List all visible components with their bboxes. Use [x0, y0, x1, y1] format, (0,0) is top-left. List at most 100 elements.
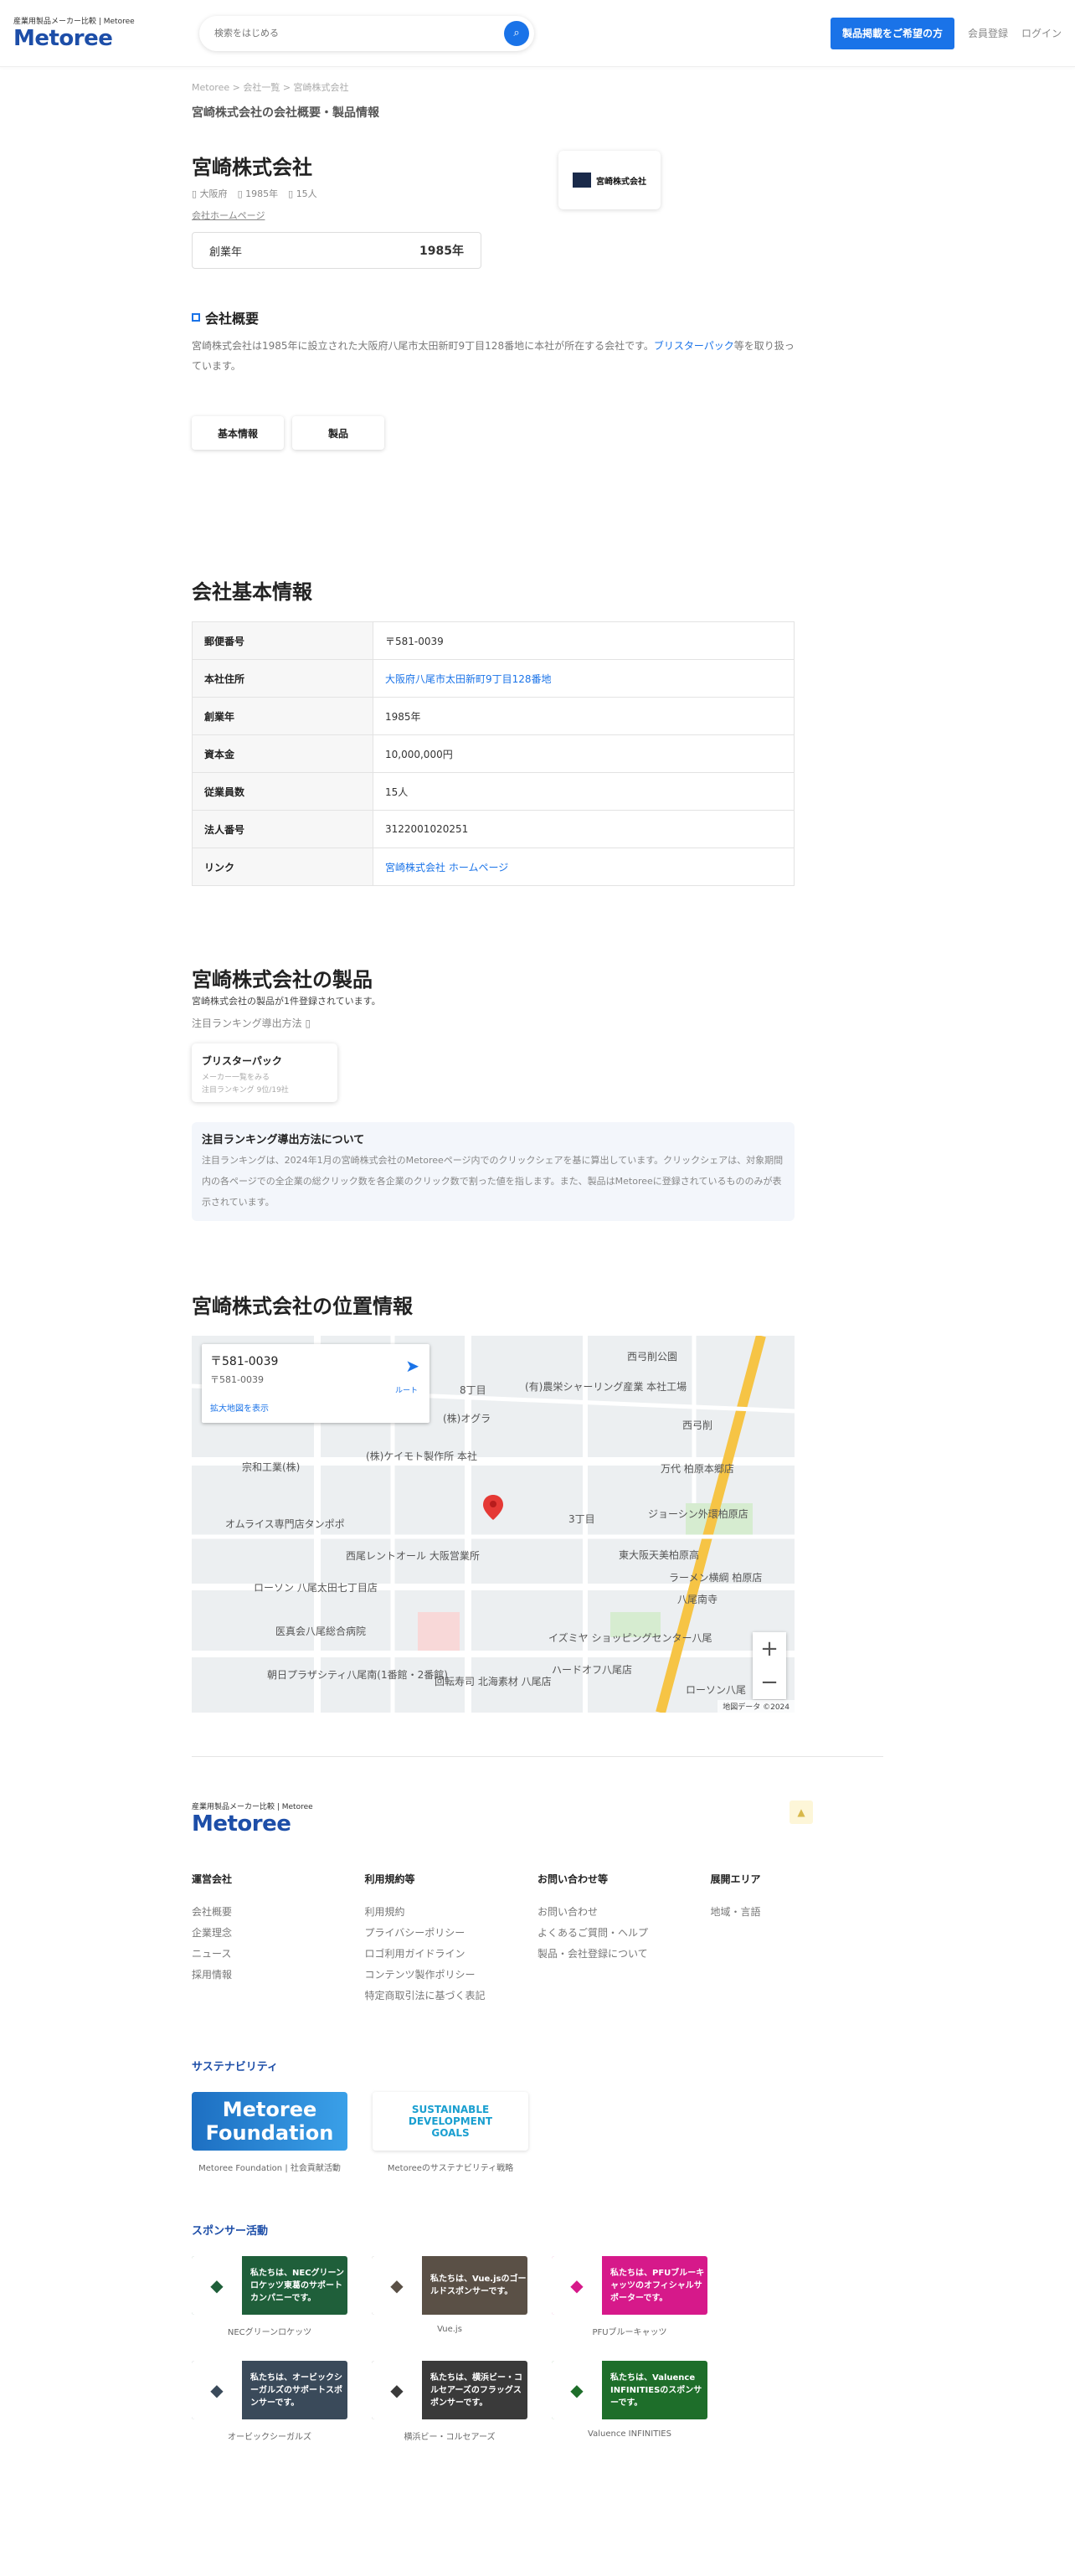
map-place-label[interactable]: 回転寿司 北海素材 八尾店: [435, 1674, 552, 1688]
map-place-label[interactable]: (株)オグラ: [443, 1411, 491, 1425]
ranking-note: 注目ランキング導出方法について 注目ランキングは、2024年1月の宮崎株式会社の…: [192, 1122, 795, 1221]
sponsor-card[interactable]: ◆ 私たちは、Vue.jsのゴールドスポンサーです。 Vue.js: [372, 2256, 527, 2337]
overview-text: 宮崎株式会社は1985年に設立された大阪府八尾市太田新町9丁目128番地に本社が…: [192, 340, 795, 372]
founded-label: ▯ 1985年: [237, 188, 279, 199]
footer-link[interactable]: 特定商取引法に基づく表記: [365, 1988, 538, 2002]
table-row: 郵便番号 〒581-0039: [192, 621, 795, 660]
footer-link[interactable]: プライバシーポリシー: [365, 1925, 538, 1940]
sponsor-card[interactable]: ◆ 私たちは、NECグリーンロケッツ東葛のサポートカンパニーです。 NECグリーンロ…: [192, 2256, 347, 2337]
sponsor-logo-icon: ◆: [372, 2361, 422, 2419]
logo-text: Metoree: [13, 26, 113, 51]
founded-summary: 創業年 1985年: [192, 232, 481, 269]
sponsor-card[interactable]: ◆ 私たちは、Valuence INFINITIESのスポンサーです。 Valuen…: [552, 2361, 707, 2442]
map-place-label[interactable]: 八尾南寺: [677, 1592, 718, 1606]
map-address: 〒581-0039: [210, 1374, 264, 1385]
map-place-label[interactable]: ジョーシン外環柏原店: [648, 1507, 748, 1521]
sponsor-caption: Vue.js: [437, 2325, 462, 2334]
scroll-top-icon[interactable]: ▲: [790, 1801, 813, 1824]
map-place-label[interactable]: オムライス専門店タンポポ: [225, 1517, 345, 1531]
footer-link[interactable]: ニュース: [192, 1946, 365, 1960]
login-link[interactable]: ログイン: [1021, 26, 1062, 40]
sponsor-caption: Valuence INFINITIES: [588, 2429, 671, 2439]
footer-link[interactable]: 採用情報: [192, 1967, 365, 1981]
sponsor-card[interactable]: ◆ 私たちは、横浜ビー・コルセアーズのフラッグスポンサーです。 横浜ビー・コルセアー…: [372, 2361, 527, 2442]
map-place-label[interactable]: ローソン 八尾太田七丁目店: [254, 1580, 378, 1595]
map-place-label[interactable]: (有)農栄シャーリング産業 本社工場: [525, 1379, 687, 1394]
sponsor-caption: オービックシーガルズ: [228, 2433, 311, 2442]
map-place-label[interactable]: 東大阪天美柏原高: [619, 1548, 699, 1562]
ranking-method-link[interactable]: 注目ランキング導出方法 ▯: [192, 1016, 795, 1030]
info-key: 本社住所: [192, 659, 373, 698]
metoree-foundation-card[interactable]: Metoree Foundation Metoree Foundation | …: [192, 2092, 347, 2173]
footer-logo-text: Metoree: [192, 1811, 291, 1837]
map-place-label[interactable]: 西弓削公園: [627, 1349, 677, 1363]
map-marker-icon[interactable]: [483, 1495, 503, 1520]
map-enlarge-link[interactable]: 拡大地図を表示: [210, 1401, 421, 1414]
zoom-in-icon[interactable]: +: [753, 1632, 786, 1666]
founded-key: 創業年: [209, 245, 243, 259]
overview-product-link[interactable]: ブリスターパック: [654, 340, 734, 352]
table-row: 本社住所 大阪府八尾市太田新町9丁目128番地: [192, 659, 795, 698]
sponsor-logo-icon: ◆: [552, 2361, 602, 2419]
footer-link[interactable]: 企業理念: [192, 1925, 365, 1940]
zoom-out-icon[interactable]: −: [753, 1666, 786, 1699]
footer-link[interactable]: 製品・会社登録について: [538, 1946, 711, 1960]
search-icon[interactable]: ⌕: [504, 20, 529, 46]
register-link[interactable]: 会員登録: [968, 26, 1008, 40]
map-place-label[interactable]: ラーメン横綱 柏原店: [669, 1570, 762, 1584]
map-zoom-controls[interactable]: + −: [753, 1632, 786, 1699]
map-info-window: 〒581-0039 〒581-0039 拡大地図を表示 ➤ ルート: [202, 1344, 429, 1423]
footer-link[interactable]: 利用規約: [365, 1904, 538, 1919]
info-value[interactable]: 宮崎株式会社 ホームページ: [373, 848, 795, 886]
product-maker-link[interactable]: メーカー一覧をみる: [202, 1071, 327, 1082]
site-logo[interactable]: 産業用製品メーカー比較 | Metoree Metoree: [13, 15, 181, 51]
footer-column-title: お問い合わせ等: [538, 1873, 609, 1885]
footer-link[interactable]: お問い合わせ: [538, 1904, 711, 1919]
sponsor-banner: ◆ 私たちは、横浜ビー・コルセアーズのフラッグスポンサーです。: [372, 2361, 527, 2419]
map-place-label[interactable]: 朝日プラザシティ八尾南(1番館・2番館): [267, 1667, 448, 1682]
info-key: リンク: [192, 848, 373, 886]
map-place-label[interactable]: イズミヤ ショッピングセンター八尾: [548, 1631, 712, 1645]
sdgs-card[interactable]: SUSTAINABLE DEVELOPMENT GOALS Metoreeのサス…: [373, 2092, 528, 2173]
footer-link[interactable]: よくあるご質問・ヘルプ: [538, 1925, 711, 1940]
sponsor-banner: ◆ 私たちは、PFUブルーキャッツのオフィシャルサポーターです。: [552, 2256, 707, 2315]
sponsor-card[interactable]: ◆ 私たちは、PFUブルーキャッツのオフィシャルサポーターです。 PFUブルーキャッ…: [552, 2256, 707, 2337]
sponsor-banner-text: 私たちは、Vue.jsのゴールドスポンサーです。: [430, 2275, 527, 2296]
map-copyright: 地図データ ©2024: [718, 1700, 795, 1713]
product-card[interactable]: ブリスターパック メーカー一覧をみる 注目ランキング 9位/19社: [192, 1043, 337, 1102]
map-place-label[interactable]: 宗和工業(株): [242, 1460, 300, 1474]
map-place-label[interactable]: 8丁目: [460, 1383, 486, 1397]
map-directions-label[interactable]: ルート: [395, 1384, 418, 1395]
footer-link[interactable]: 会社概要: [192, 1904, 365, 1919]
sponsor-banner-text: 私たちは、PFUブルーキャッツのオフィシャルサポーターです。: [610, 2268, 705, 2303]
map-directions-icon[interactable]: ➤: [405, 1356, 419, 1376]
company-homepage-link[interactable]: 会社ホームページ: [192, 209, 265, 222]
footer-link[interactable]: コンテンツ製作ポリシー: [365, 1967, 538, 1981]
sponsor-card[interactable]: ◆ 私たちは、オービックシーガルズのサポートスポンサーです。 オービックシーガルズ: [192, 2361, 347, 2442]
listing-request-button[interactable]: 製品掲載をご希望の方: [830, 17, 954, 49]
info-key: 郵便番号: [192, 621, 373, 660]
footer-logo[interactable]: 産業用製品メーカー比較 | Metoree Metoree: [192, 1801, 313, 1837]
search-bar[interactable]: ⌕: [199, 15, 534, 51]
footer-link[interactable]: ロゴ利用ガイドライン: [365, 1946, 538, 1960]
tab-products[interactable]: 製品: [292, 416, 384, 450]
map-place-label[interactable]: 西尾レントオール 大阪営業所: [346, 1548, 480, 1563]
map-place-label[interactable]: 万代 柏原本郷店: [661, 1461, 734, 1476]
info-value[interactable]: 大阪府八尾市太田新町9丁目128番地: [373, 659, 795, 698]
sdgs-image: SUSTAINABLE DEVELOPMENT GOALS: [373, 2092, 528, 2151]
map-place-label[interactable]: ローソン八尾: [686, 1682, 746, 1697]
breadcrumb[interactable]: Metoree > 会社一覧 > 宮崎株式会社: [192, 80, 795, 94]
map-place-label[interactable]: (株)ケイモト製作所 本社: [366, 1449, 477, 1463]
location-map[interactable]: 〒581-0039 〒581-0039 拡大地図を表示 ➤ ルート 西弓削公園 (…: [192, 1336, 795, 1713]
overview-icon: [192, 313, 200, 322]
table-row: 従業員数 15人: [192, 772, 795, 811]
footer-link[interactable]: 地域・言語: [711, 1904, 884, 1919]
map-place-label[interactable]: 西弓削: [682, 1418, 712, 1432]
map-place-label[interactable]: ハードオフ八尾店: [552, 1662, 632, 1677]
map-place-label[interactable]: 3丁目: [568, 1512, 595, 1526]
tab-basic-info[interactable]: 基本情報: [192, 416, 284, 450]
map-place-label[interactable]: 医真会八尾総合病院: [275, 1624, 366, 1638]
info-value: 1985年: [373, 697, 795, 735]
overview-heading: 会社概要: [192, 307, 795, 327]
search-input[interactable]: [214, 28, 504, 39]
